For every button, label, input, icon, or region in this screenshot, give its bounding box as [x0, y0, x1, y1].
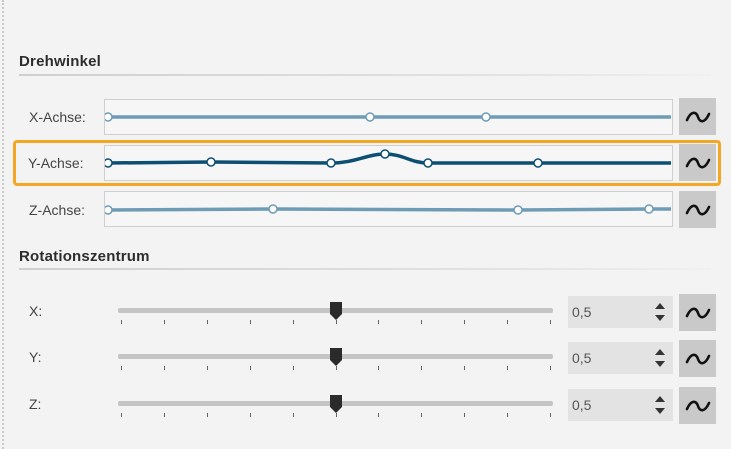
tilde-icon — [685, 111, 710, 122]
slider-tick — [464, 366, 465, 370]
slider-tick — [464, 320, 465, 324]
slider-tick — [293, 320, 294, 324]
section-divider — [19, 268, 711, 270]
slider-tick — [464, 413, 465, 417]
center-label-z: Z: — [29, 396, 42, 412]
slider-tick — [164, 413, 165, 417]
curve-point[interactable] — [105, 205, 113, 215]
slider-tick — [293, 413, 294, 417]
tilde-icon — [685, 353, 710, 364]
curve-label-z-axis: Z-Achse: — [29, 202, 86, 218]
slider-thumb-icon — [329, 302, 342, 320]
spinner-value[interactable]: 0,5 — [572, 397, 591, 413]
slider-tick — [293, 366, 294, 370]
slider-tick — [421, 366, 422, 370]
slider-tick — [207, 413, 208, 417]
curve-graph-z-axis[interactable] — [105, 192, 674, 228]
slider-tick — [164, 366, 165, 370]
tilde-icon — [685, 204, 710, 215]
center-label-y: Y: — [29, 349, 42, 365]
section-divider — [19, 74, 711, 76]
slider-tick — [164, 320, 165, 324]
spinner-value[interactable]: 0,5 — [572, 350, 591, 366]
slider-thumb-icon — [329, 395, 342, 413]
curve-graph-x-axis[interactable] — [105, 100, 674, 136]
number-spinner-z[interactable]: 0,5 — [568, 389, 673, 421]
slider-ticks — [118, 320, 553, 326]
slider-tick — [121, 320, 122, 324]
slider-tick — [507, 366, 508, 370]
tilde-icon — [685, 400, 710, 411]
slider-tick — [207, 366, 208, 370]
slider-tick — [421, 413, 422, 417]
slider-thumb-y[interactable] — [329, 348, 342, 366]
curve-editor-x-axis[interactable] — [104, 99, 673, 135]
up-down-arrows-icon[interactable] — [653, 392, 667, 418]
slider-tick — [550, 320, 551, 324]
slider-tick — [250, 413, 251, 417]
curve-toggle-button-center-z[interactable] — [679, 387, 716, 424]
number-spinner-y[interactable]: 0,5 — [568, 342, 673, 374]
slider-tick — [250, 320, 251, 324]
curve-toggle-button-z[interactable] — [679, 191, 716, 228]
slider-tick — [121, 413, 122, 417]
section-title-rotation-center: Rotationszentrum — [19, 248, 150, 265]
slider-tick — [121, 366, 122, 370]
panel-left-border — [2, 0, 4, 449]
slider-tick — [507, 320, 508, 324]
curve-toggle-button-center-x[interactable] — [679, 294, 716, 331]
curve-label-x-axis: X-Achse: — [29, 109, 86, 125]
slider-tick — [550, 366, 551, 370]
spinner-value[interactable]: 0,5 — [572, 304, 591, 320]
up-down-arrows-icon[interactable] — [653, 299, 667, 325]
selection-highlight — [13, 140, 721, 186]
slider-ticks — [118, 413, 553, 419]
slider-tick — [378, 320, 379, 324]
curve-toggle-button-center-y[interactable] — [679, 340, 716, 377]
section-title-rotation-angle: Drehwinkel — [19, 53, 102, 70]
slider-tick — [207, 320, 208, 324]
curve-point[interactable] — [365, 112, 375, 122]
slider-ticks — [118, 366, 553, 372]
slider-tick — [378, 413, 379, 417]
slider-tick — [250, 366, 251, 370]
curve-point[interactable] — [481, 112, 491, 122]
slider-tick — [421, 320, 422, 324]
slider-tick — [336, 366, 337, 370]
center-label-x: X: — [29, 303, 43, 319]
curve-point[interactable] — [105, 112, 113, 122]
slider-thumb-icon — [329, 348, 342, 366]
tilde-icon — [685, 307, 710, 318]
up-down-arrows-icon[interactable] — [653, 345, 667, 371]
curve-editor-z-axis[interactable] — [104, 191, 673, 227]
slider-tick — [550, 413, 551, 417]
curve-point[interactable] — [513, 205, 523, 215]
curve-toggle-button-x[interactable] — [679, 98, 716, 135]
slider-tick — [336, 320, 337, 324]
slider-thumb-z[interactable] — [329, 395, 342, 413]
curve-point[interactable] — [644, 204, 654, 214]
slider-tick — [378, 366, 379, 370]
curve-point[interactable] — [268, 204, 278, 214]
slider-thumb-x[interactable] — [329, 302, 342, 320]
slider-tick — [336, 413, 337, 417]
number-spinner-x[interactable]: 0,5 — [568, 296, 673, 328]
slider-tick — [507, 413, 508, 417]
